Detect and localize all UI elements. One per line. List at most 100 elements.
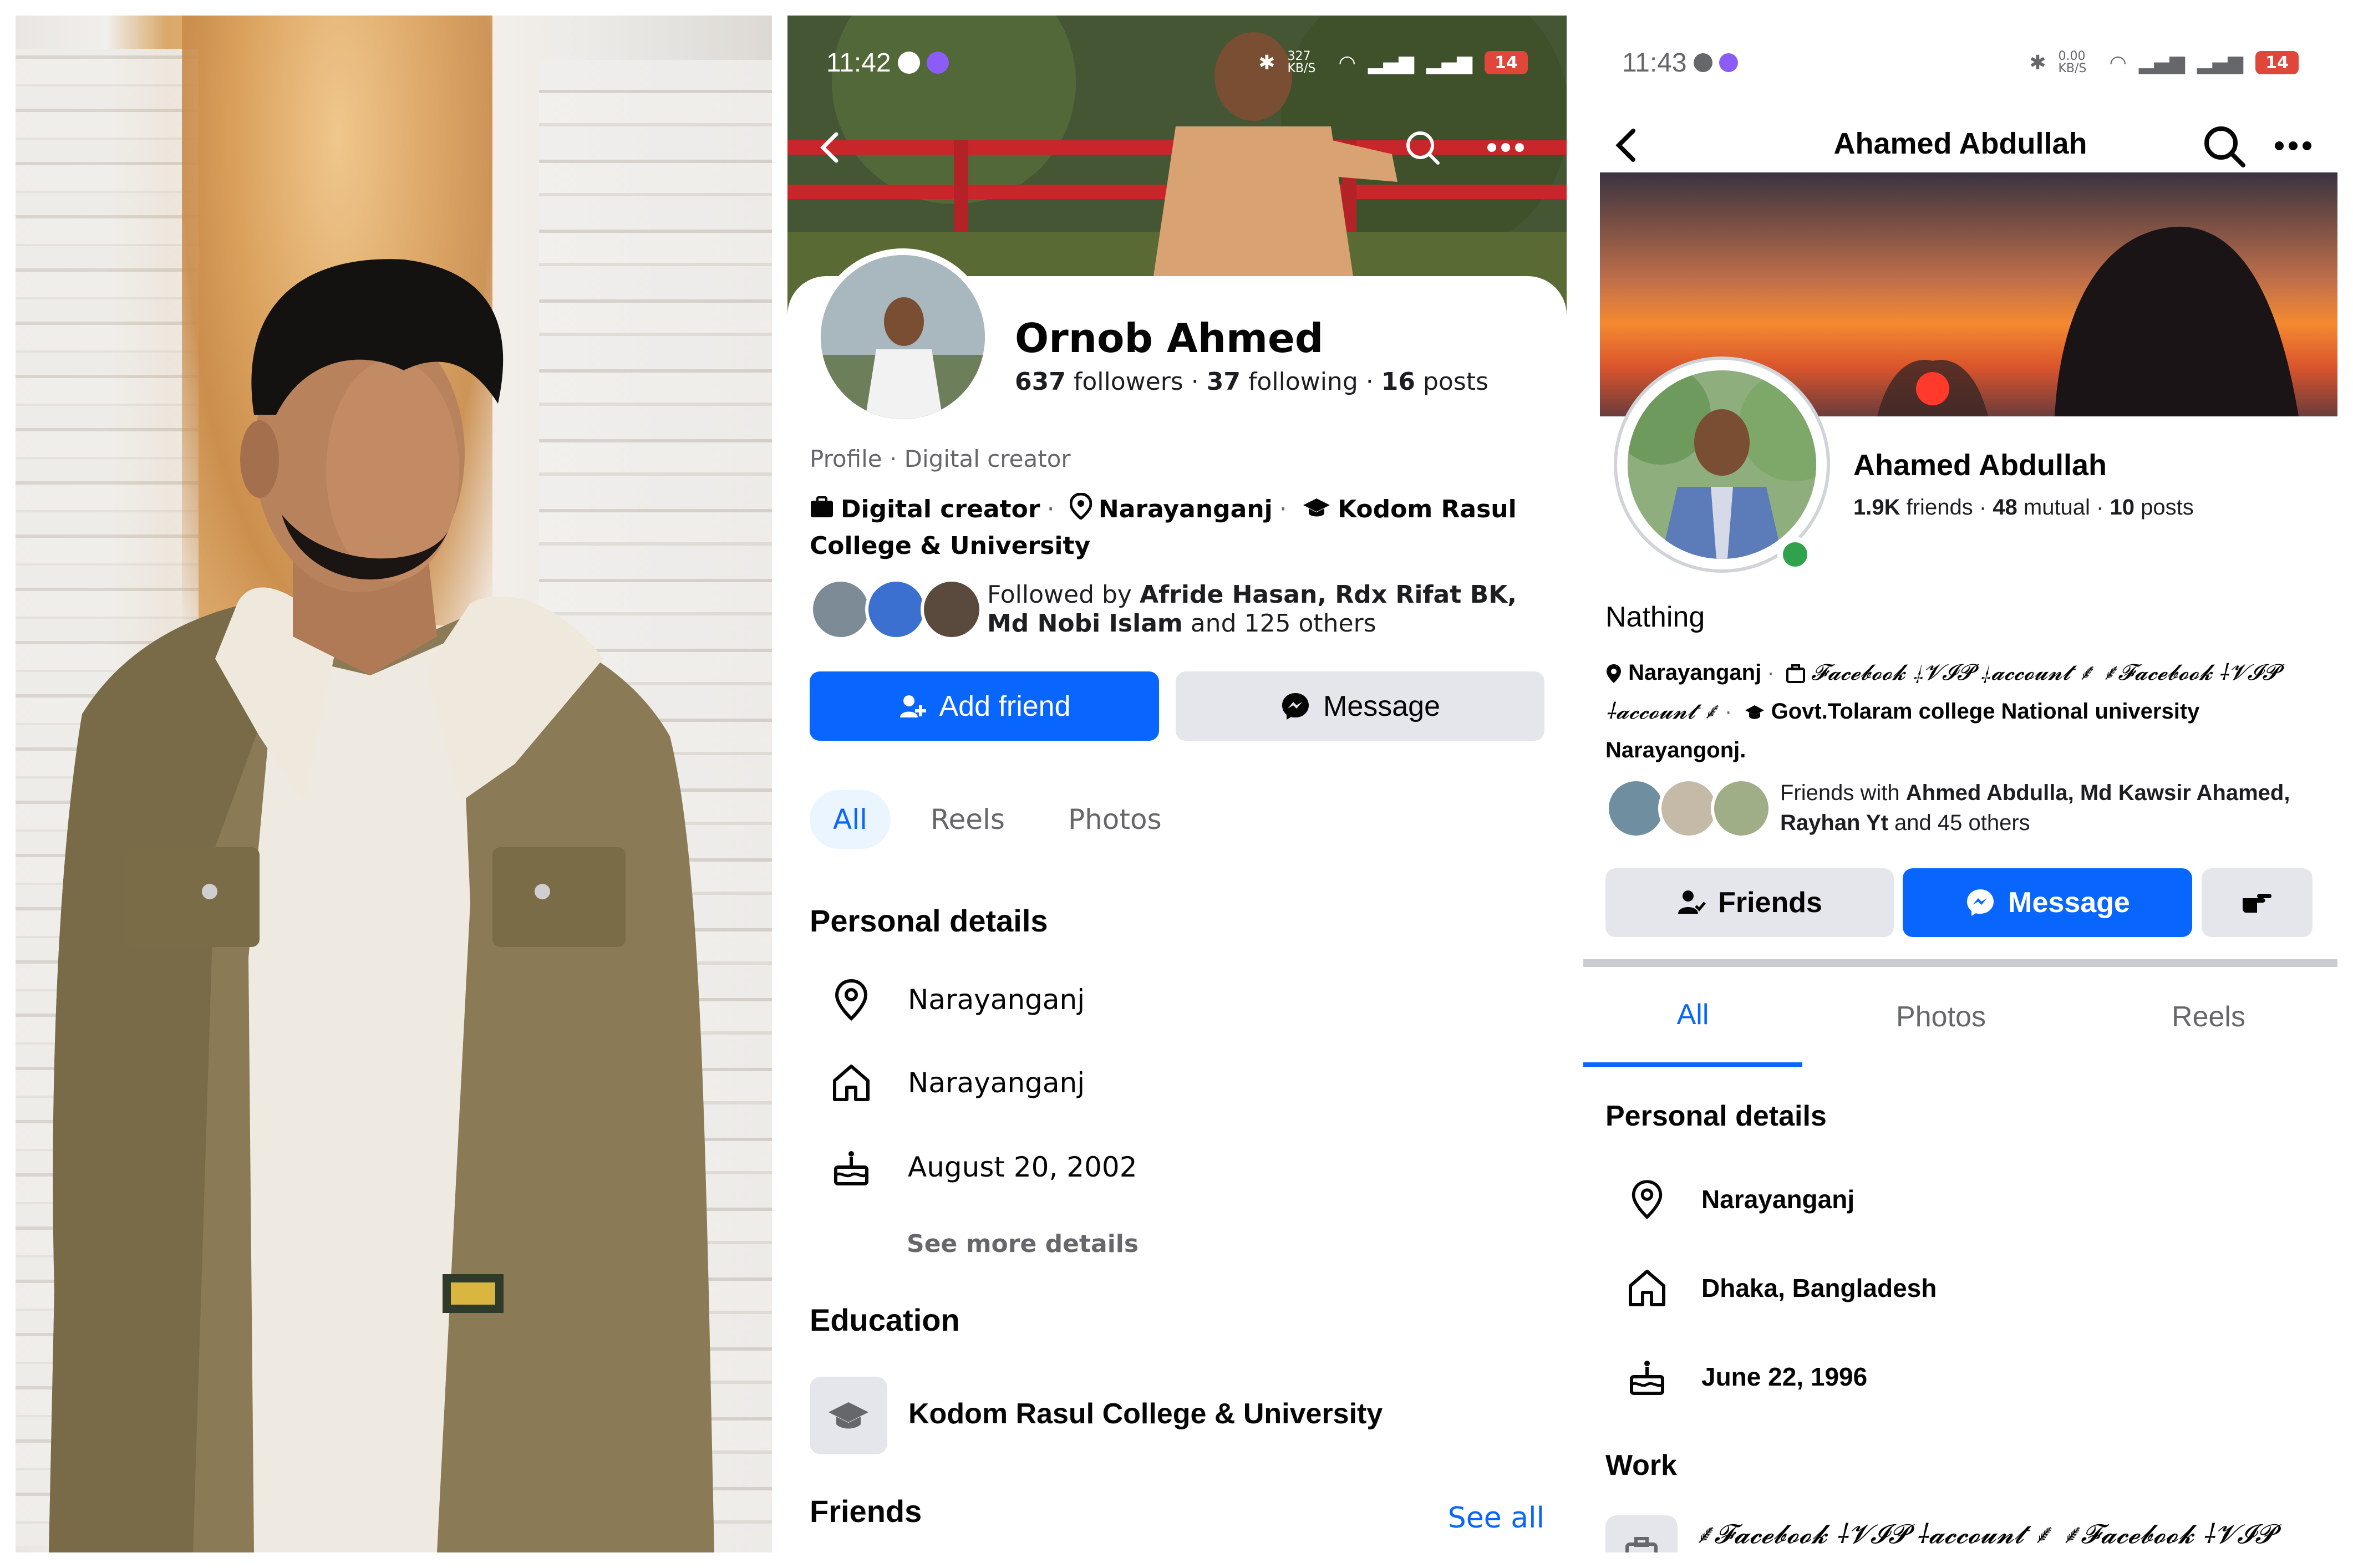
mutual-label[interactable]: mutual — [2024, 495, 2090, 520]
briefcase-icon — [1786, 660, 1805, 685]
location-pin-icon — [829, 978, 873, 1022]
profile-bio: Nathing — [1605, 601, 1705, 633]
signal-icon: ▂▄▆ — [2138, 51, 2185, 74]
education-title: Education — [810, 1302, 960, 1337]
status-bar: 11:42 ✱ 327 KB/S ◠ ▂▄▆ ▂▄▆ 14 — [787, 16, 1567, 110]
profile-name: Ornob Ahmed — [1015, 315, 1324, 362]
followers-label[interactable]: followers — [1074, 368, 1183, 396]
top-nav — [787, 115, 1567, 176]
mutual-avatar — [1658, 778, 1719, 839]
bluetooth-icon: ✱ — [2029, 51, 2046, 74]
profile-tabs: All Photos Reels — [1583, 967, 2337, 1067]
mutual-avatar — [921, 578, 983, 640]
friends-count[interactable]: 1.9K — [1853, 495, 1900, 520]
mutual-avatar — [1711, 778, 1772, 839]
location-pin-icon — [1605, 660, 1622, 685]
message-label: Message — [1323, 690, 1440, 722]
detail-row-birthday: August 20, 2002 — [829, 1145, 1137, 1189]
profile-stats: 637 followers · 37 following · 16 posts — [1015, 368, 1488, 396]
profile-picture[interactable] — [814, 248, 992, 426]
graduation-cap-icon — [1302, 493, 1331, 528]
profile-screen-ornob: 11:42 ✱ 327 KB/S ◠ ▂▄▆ ▂▄▆ 14 Ornob Ahme… — [787, 16, 1567, 1552]
message-button[interactable]: Message — [1176, 671, 1544, 741]
signal-icon: ▂▄▆ — [1368, 51, 1414, 74]
followers-count[interactable]: 637 — [1015, 368, 1066, 396]
message-button-label: Message — [2008, 887, 2130, 919]
poke-button[interactable] — [2202, 868, 2313, 937]
detail-row-home: Dhaka, Bangladesh — [1625, 1266, 1937, 1310]
status-time: 11:43 — [1622, 48, 1687, 78]
education-school[interactable]: Kodom Rasul College & University — [908, 1397, 1383, 1430]
battery-icon: 14 — [2255, 51, 2299, 74]
portrait-photo — [16, 16, 772, 1552]
detail-location: Narayanganj — [908, 984, 1085, 1016]
tab-all[interactable]: All — [810, 790, 891, 849]
status-icons: ✱ 0.00 KB/S ◠ ▂▄▆ ▂▄▆ 14 — [2029, 50, 2299, 75]
messenger-icon — [1282, 693, 1309, 720]
detail-location: Narayanganj — [1701, 1185, 1855, 1214]
status-icons: ✱ 327 KB/S ◠ ▂▄▆ ▂▄▆ 14 — [1258, 50, 1528, 75]
profile-tabs: All Reels Photos — [810, 783, 1185, 856]
message-button[interactable]: Message — [1903, 868, 2192, 937]
tab-reels[interactable]: Reels — [2080, 967, 2337, 1067]
following-count[interactable]: 37 — [1207, 368, 1241, 396]
search-icon[interactable] — [2199, 121, 2249, 171]
birthday-cake-icon — [829, 1145, 873, 1189]
search-icon[interactable] — [1400, 125, 1445, 170]
messenger-app-icon — [926, 52, 949, 74]
mutual-avatar — [1605, 778, 1666, 839]
see-more-details-link[interactable]: See more details — [907, 1230, 1139, 1258]
messenger-icon — [1967, 889, 1994, 916]
friends-button[interactable]: Friends — [1605, 868, 1894, 937]
online-status-dot — [1777, 537, 1813, 572]
posts-count: 16 — [1381, 368, 1415, 396]
home-icon — [1625, 1266, 1669, 1310]
work-entry[interactable]: ⸙𝓕𝓪𝓬𝓮𝓫𝓸𝓸𝓴 ⸸𝓥𝓘𝓟 ⸸𝓪𝓬𝓬𝓸𝓾𝓷𝓽 ⸙ ⸙𝓕𝓪𝓬𝓮𝓫𝓸𝓸𝓴 ⸸𝓥𝓘𝓟 — [1694, 1515, 2274, 1551]
intro-location: Narayanganj — [1628, 660, 1762, 685]
followed-by[interactable]: Followed by Afride Hasan, Rdx Rifat BK, … — [810, 578, 1553, 645]
tab-photos[interactable]: Photos — [1045, 790, 1185, 849]
more-options-icon[interactable] — [1478, 125, 1533, 170]
mutual-friends-text: Friends with Ahmed Abdulla, Md Kawsir Ah… — [1780, 781, 2290, 835]
mutual-avatar — [865, 578, 927, 640]
profile-screen-ahamed: 11:43 ✱ 0.00 KB/S ◠ ▂▄▆ ▂▄▆ 14 Ahamed Ab… — [1583, 16, 2337, 1552]
intro-work: 𝓕𝓪𝓬𝓮𝓫𝓸𝓸𝓴 ⸸𝓥𝓘𝓟 ⸸𝓪𝓬𝓬𝓸𝓾𝓷𝓽 ⸙ ⸙𝓕𝓪𝓬𝓮𝓫𝓸𝓸𝓴 — [1811, 660, 2213, 685]
more-options-icon[interactable] — [2265, 121, 2321, 171]
profile-picture-image — [821, 255, 985, 419]
status-bar: 11:43 ✱ 0.00 KB/S ◠ ▂▄▆ ▂▄▆ 14 — [1583, 16, 2337, 110]
friends-label[interactable]: friends — [1907, 495, 1973, 520]
detail-row-home: Narayanganj — [829, 1061, 1085, 1105]
friends-button-label: Friends — [1718, 887, 1822, 919]
mutual-count[interactable]: 48 — [1993, 495, 2017, 520]
signal-icon-2: ▂▄▆ — [2197, 51, 2243, 74]
wifi-icon: ◠ — [1338, 51, 1356, 74]
add-friend-button[interactable]: Add friend — [810, 671, 1159, 741]
graduation-cap-icon — [810, 1377, 887, 1454]
mutual-avatar — [810, 578, 872, 640]
following-label[interactable]: following — [1248, 368, 1358, 396]
tab-all[interactable]: All — [1583, 967, 1802, 1067]
bluetooth-icon: ✱ — [1258, 51, 1275, 74]
detail-birthday: August 20, 2002 — [908, 1151, 1137, 1183]
person-figure — [49, 259, 714, 1552]
add-friend-icon — [900, 695, 927, 717]
profile-stats: 1.9K friends · 48 mutual · 10 posts — [1853, 495, 2194, 520]
mutual-friends[interactable]: Friends with Ahmed Abdulla, Md Kawsir Ah… — [1605, 778, 2326, 844]
back-arrow-icon[interactable] — [810, 125, 854, 170]
snapchat-icon — [1693, 53, 1712, 72]
see-all-friends-link[interactable]: See all — [1448, 1501, 1544, 1535]
profile-picture[interactable] — [1628, 370, 1816, 559]
tab-photos[interactable]: Photos — [1802, 967, 2080, 1067]
profile-intro: Narayanganj · 𝓕𝓪𝓬𝓮𝓫𝓸𝓸𝓴 ⸸𝓥𝓘𝓟 ⸸𝓪𝓬𝓬𝓸𝓾𝓷𝓽 ⸙ ⸙𝓕… — [1605, 660, 2279, 762]
intro-location: Narayanganj — [1098, 495, 1273, 523]
profile-name: Ahamed Abdullah — [1853, 449, 2107, 482]
status-time: 11:42 — [826, 48, 891, 78]
tab-reels[interactable]: Reels — [907, 790, 1028, 849]
home-icon — [829, 1061, 873, 1105]
work-title: Work — [1605, 1449, 1678, 1482]
profile-picture-image — [1628, 370, 1816, 559]
detail-row-birthday: June 22, 1996 — [1625, 1355, 1867, 1399]
friends-check-icon — [1678, 890, 1706, 914]
posts-label: posts — [2141, 495, 2194, 520]
profile-category: Profile · Digital creator — [810, 445, 1071, 472]
